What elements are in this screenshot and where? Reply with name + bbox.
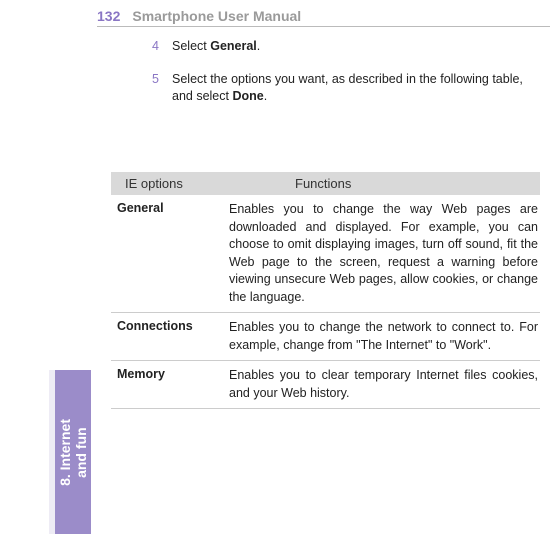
manual-title: Smartphone User Manual: [132, 8, 301, 24]
table-function: Enables you to change the way Web pages …: [229, 201, 538, 306]
table-row: Memory Enables you to clear temporary In…: [111, 361, 540, 409]
step-suffix: .: [257, 39, 260, 53]
instruction-step: 5 Select the options you want, as descri…: [152, 71, 540, 105]
table-row: General Enables you to change the way We…: [111, 195, 540, 313]
table-row: Connections Enables you to change the ne…: [111, 313, 540, 361]
ie-options-table: IE options Functions General Enables you…: [111, 172, 540, 409]
step-prefix: Select: [172, 39, 210, 53]
section-tab-line2: and fun: [73, 427, 89, 478]
instruction-step: 4 Select General.: [152, 38, 540, 55]
section-tab-label: 8. Internet and fun: [57, 419, 89, 486]
table-option: Memory: [117, 367, 229, 402]
step-suffix: .: [264, 89, 267, 103]
header-rule: [97, 26, 550, 27]
section-tab-line1: 8. Internet: [57, 419, 73, 486]
table-header-functions: Functions: [240, 176, 536, 191]
step-number: 5: [152, 71, 162, 105]
step-text: Select General.: [172, 38, 260, 55]
table-option: General: [117, 201, 229, 306]
step-number: 4: [152, 38, 162, 55]
instruction-steps: 4 Select General. 5 Select the options y…: [152, 38, 540, 121]
table-header-options: IE options: [125, 176, 240, 191]
step-text: Select the options you want, as describe…: [172, 71, 540, 105]
table-header-row: IE options Functions: [111, 172, 540, 195]
step-bold: General: [210, 39, 257, 53]
table-function: Enables you to clear temporary Internet …: [229, 367, 538, 402]
page-header: 132 Smartphone User Manual: [97, 8, 550, 24]
step-bold: Done: [232, 89, 263, 103]
step-prefix: Select the options you want, as describe…: [172, 72, 523, 103]
section-tab: 8. Internet and fun: [55, 370, 91, 534]
page-number: 132: [97, 8, 120, 24]
table-option: Connections: [117, 319, 229, 354]
table-function: Enables you to change the network to con…: [229, 319, 538, 354]
